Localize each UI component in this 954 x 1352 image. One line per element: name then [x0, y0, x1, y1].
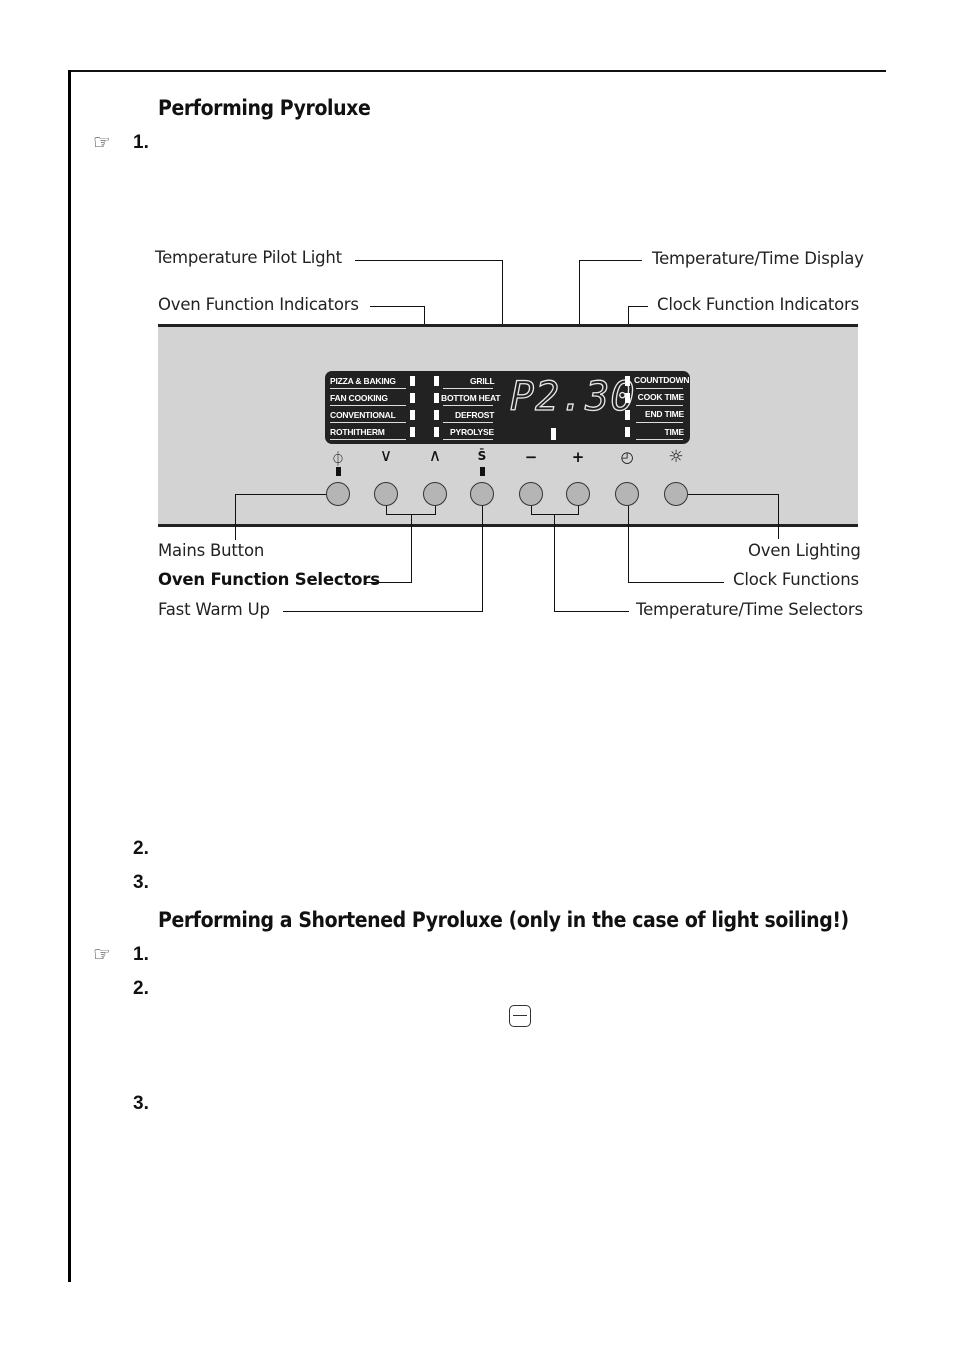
page-top-rule: [68, 70, 886, 72]
oven-function-indicator: [434, 376, 439, 386]
callout-mains-button: Mains Button: [158, 541, 265, 560]
callout-oven-function-indicators: Oven Function Indicators: [158, 295, 359, 314]
callout-oven-lighting: Oven Lighting: [748, 541, 861, 560]
step-number: 2.: [133, 978, 149, 999]
section-heading-performing-pyroluxe: Performing Pyroluxe: [158, 96, 371, 120]
fast-warm-up-button[interactable]: [470, 482, 494, 506]
indicator-label: PYROLYSE: [450, 427, 494, 437]
callout-clock-functions: Clock Functions: [733, 570, 859, 589]
oven-light-button[interactable]: [664, 482, 688, 506]
leader-line: [579, 260, 642, 261]
clock-function-indicator: [625, 376, 630, 386]
leader-line: [482, 506, 483, 611]
mains-led: [336, 467, 341, 476]
indicator-label: ROTHITHERM: [330, 427, 385, 437]
clock-function-indicator: [625, 393, 630, 403]
leader-line: [554, 611, 629, 612]
callout-temperature-time-selectors: Temperature/Time Selectors: [636, 600, 863, 619]
indicator-label: BOTTOM HEAT: [441, 393, 501, 403]
indicator-label: GRILL: [470, 376, 495, 386]
clock-function-indicator: [625, 410, 630, 420]
clock-function-indicator: [625, 427, 630, 437]
temperature-pilot-light: [551, 428, 556, 440]
leader-line: [688, 494, 778, 495]
leader-line: [355, 260, 502, 261]
leader-line: [531, 506, 532, 514]
power-icon: ⏀: [331, 452, 345, 468]
step-number: 3.: [133, 872, 149, 893]
temperature-time-readout: P2.30: [509, 373, 636, 420]
oven-function-indicator: [410, 393, 415, 403]
indicator-label: TIME: [664, 427, 684, 437]
callout-clock-function-indicators: Clock Function Indicators: [657, 295, 860, 314]
step-number: 3.: [133, 1093, 149, 1114]
indicator-label: CONVENTIONAL: [330, 410, 396, 420]
leader-line: [435, 506, 436, 514]
oven-function-indicator: [410, 427, 415, 437]
step-number: 2.: [133, 838, 149, 859]
leader-line: [235, 494, 236, 540]
indicator-label: FAN COOKING: [330, 393, 388, 403]
minus-icon: −: [524, 448, 538, 466]
step-number: 1.: [133, 944, 149, 965]
plus-button[interactable]: [566, 482, 590, 506]
oven-function-indicator: [434, 410, 439, 420]
oven-function-indicator: [434, 427, 439, 437]
callout-temperature-pilot-light: Temperature Pilot Light: [155, 248, 342, 267]
oven-function-indicator: [410, 376, 415, 386]
oven-function-indicator: [410, 410, 415, 420]
callout-oven-function-selectors: Oven Function Selectors: [158, 570, 380, 589]
clock-button[interactable]: [615, 482, 639, 506]
minus-button-icon: [509, 1005, 531, 1027]
minus-button[interactable]: [519, 482, 543, 506]
leader-line: [554, 514, 555, 611]
indicator-label: DEFROST: [455, 410, 495, 420]
function-up-button[interactable]: [423, 482, 447, 506]
function-down-button[interactable]: [374, 482, 398, 506]
clock-icon: ◴: [620, 448, 634, 466]
oven-function-indicator: [434, 393, 439, 403]
leader-line: [578, 506, 579, 514]
chevron-up-icon: ∧: [428, 446, 442, 466]
leader-line: [411, 514, 412, 582]
light-bulb-icon: ☼: [668, 447, 684, 467]
step-number: 1.: [133, 132, 149, 153]
hint-hand-icon: ☞: [93, 130, 111, 154]
leader-line: [386, 506, 387, 514]
leader-line: [628, 582, 724, 583]
plus-icon: +: [571, 448, 585, 466]
page-left-rule: [68, 70, 71, 1282]
fast-warm-up-led: [480, 467, 485, 476]
indicator-label: PIZZA & BAKING: [330, 376, 396, 386]
leader-line: [628, 306, 648, 307]
leader-line: [628, 506, 629, 582]
leader-line: [778, 494, 779, 539]
leader-line: [531, 514, 579, 515]
hint-hand-icon: ☞: [93, 942, 111, 966]
section-heading-shortened-pyroluxe: Performing a Shortened Pyroluxe (only in…: [158, 908, 849, 932]
indicator-label: COOK TIME: [637, 392, 685, 402]
indicator-label: COUNTDOWN: [634, 375, 690, 385]
leader-line: [235, 494, 326, 495]
indicator-label: END TIME: [644, 409, 684, 419]
leader-line: [370, 306, 425, 307]
callout-fast-warm-up: Fast Warm Up: [158, 600, 270, 619]
fast-warm-up-icon: S̄: [477, 449, 487, 463]
leader-line: [283, 611, 483, 612]
callout-temperature-time-display: Temperature/Time Display: [652, 249, 864, 268]
chevron-down-icon: ∨: [379, 446, 393, 466]
mains-button[interactable]: [326, 482, 350, 506]
